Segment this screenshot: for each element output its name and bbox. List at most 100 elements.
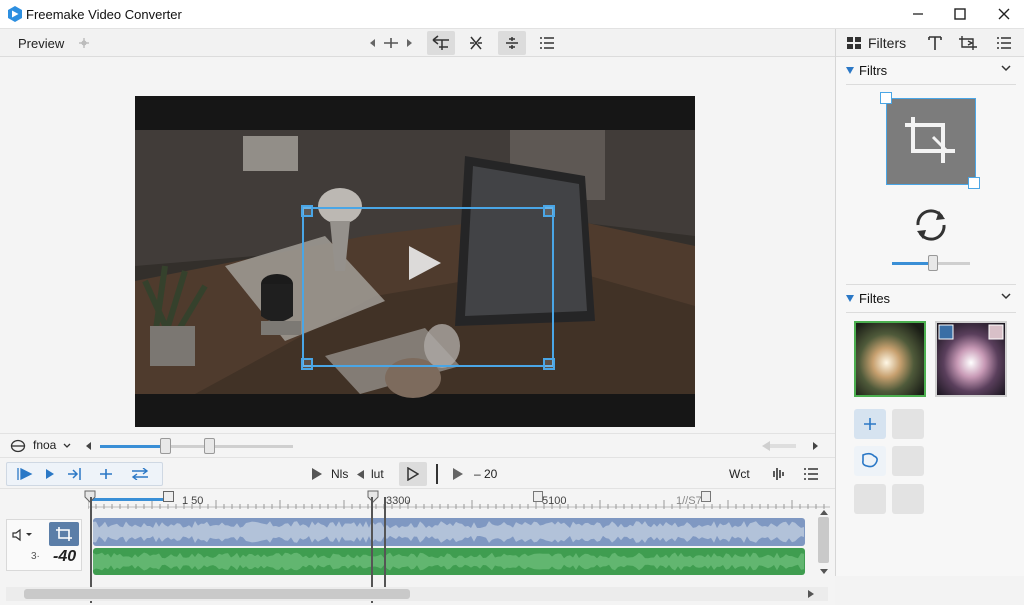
playback-label-1: Nls bbox=[331, 467, 349, 481]
section-filtrs-header[interactable]: Filtrs bbox=[836, 58, 1024, 84]
divider bbox=[846, 84, 1016, 85]
chevron-down-icon bbox=[1001, 293, 1011, 300]
crop-tool-button[interactable] bbox=[427, 31, 455, 55]
track-prefix: 3· bbox=[31, 551, 40, 562]
list-button[interactable] bbox=[533, 31, 561, 55]
divider bbox=[846, 312, 1016, 313]
menu-icon[interactable] bbox=[803, 467, 819, 481]
text-tool-icon[interactable] bbox=[928, 35, 942, 51]
chevron-down-icon[interactable] bbox=[63, 443, 71, 449]
hscroll-right-icon[interactable] bbox=[808, 590, 814, 598]
editor-panel: Preview fnoa Nls lut – 20 Wct 1 50 3300 … bbox=[0, 29, 835, 605]
filter-slot-1[interactable] bbox=[892, 409, 924, 439]
hscroll-thumb[interactable] bbox=[24, 589, 410, 599]
app-title: Freemake Video Converter bbox=[26, 7, 182, 22]
seek-forward-icon[interactable] bbox=[812, 442, 818, 450]
preview-label: Preview bbox=[18, 36, 65, 51]
marker-icon[interactable] bbox=[99, 468, 113, 480]
crop-preview-handle-br[interactable] bbox=[968, 177, 980, 189]
list-icon bbox=[540, 37, 554, 49]
options-menu-icon[interactable] bbox=[996, 36, 1012, 50]
rotate-slider-fill bbox=[892, 262, 931, 265]
cut-button[interactable] bbox=[462, 31, 490, 55]
seek-thumb-start[interactable] bbox=[160, 438, 171, 454]
crop-handle-bottom-left[interactable] bbox=[301, 358, 313, 370]
timeline-vertical-scrollbar[interactable] bbox=[817, 509, 830, 579]
playback-label-2: lut bbox=[371, 467, 384, 481]
prev-next-button[interactable] bbox=[366, 31, 416, 55]
frame-play-button[interactable] bbox=[399, 462, 427, 486]
add-filter-button[interactable] bbox=[854, 409, 886, 439]
crop-filter-icon[interactable] bbox=[958, 35, 978, 51]
filter-slot-2[interactable] bbox=[892, 446, 924, 476]
filters-toolbar: Filters bbox=[836, 29, 1024, 57]
video-track[interactable] bbox=[93, 548, 805, 575]
shape-filter-button[interactable] bbox=[854, 446, 886, 476]
audio-track[interactable] bbox=[93, 518, 805, 546]
view-mode-dropdown[interactable]: fnoa bbox=[33, 438, 56, 452]
maximize-icon bbox=[954, 8, 966, 20]
crop-track-button[interactable] bbox=[49, 522, 79, 546]
crop-handle-top-left[interactable] bbox=[301, 205, 313, 217]
minimize-button[interactable] bbox=[898, 0, 938, 28]
filters-tab[interactable]: Filters bbox=[868, 35, 906, 51]
cloud-shape-icon bbox=[862, 452, 878, 468]
crop-tool-icon bbox=[432, 35, 449, 50]
divider bbox=[846, 284, 1016, 285]
swap-icon[interactable] bbox=[131, 468, 149, 480]
track-header: 3· -40 bbox=[6, 519, 82, 571]
playback-value: – 20 bbox=[474, 467, 498, 481]
scroll-thumb[interactable] bbox=[818, 517, 829, 563]
scroll-down-icon[interactable] bbox=[820, 569, 828, 575]
cut-icon bbox=[470, 36, 482, 50]
seek-thumb-end[interactable] bbox=[204, 438, 215, 454]
preview-toolbar: Preview bbox=[0, 29, 835, 57]
rotate-icon[interactable] bbox=[912, 207, 950, 243]
crop-handle-top-right[interactable] bbox=[543, 205, 555, 217]
expand-triangle-icon bbox=[846, 295, 854, 302]
step-icon[interactable] bbox=[67, 468, 83, 480]
playback-controls: Nls lut – 20 Wct bbox=[0, 457, 835, 489]
app-logo-icon bbox=[8, 6, 22, 22]
crop-preview-handle-tl[interactable] bbox=[880, 92, 892, 104]
filter-thumbnail-color[interactable] bbox=[935, 321, 1007, 397]
crop-rectangle[interactable] bbox=[302, 207, 554, 367]
align-button[interactable] bbox=[498, 31, 526, 55]
next-frame-icon[interactable] bbox=[453, 468, 463, 480]
play-icon[interactable] bbox=[45, 468, 55, 480]
maximize-button[interactable] bbox=[940, 0, 980, 28]
crop-large-icon bbox=[905, 117, 955, 163]
filter-thumbnail-warm[interactable] bbox=[854, 321, 926, 397]
marker-3[interactable] bbox=[533, 491, 543, 502]
playhead-out[interactable] bbox=[384, 497, 386, 589]
crop-preview[interactable] bbox=[886, 98, 976, 185]
filter-slot-3[interactable] bbox=[854, 484, 886, 514]
rewind-icon[interactable] bbox=[357, 470, 364, 479]
seek-slider[interactable] bbox=[100, 445, 293, 448]
rotate-slider-thumb[interactable] bbox=[928, 255, 938, 271]
crop-handle-bottom-right[interactable] bbox=[543, 358, 555, 370]
playhead-marker-icon[interactable] bbox=[367, 490, 379, 504]
section-filtes-header[interactable]: Filtes bbox=[836, 286, 1024, 312]
close-icon bbox=[998, 8, 1010, 20]
volume-back-icon[interactable] bbox=[762, 441, 796, 451]
scroll-up-icon[interactable] bbox=[820, 509, 828, 515]
close-button[interactable] bbox=[984, 0, 1024, 28]
seek-back-icon[interactable] bbox=[86, 442, 92, 450]
pin-icon[interactable] bbox=[78, 37, 90, 49]
app-window: Freemake Video Converter Preview fnoa Nl… bbox=[0, 0, 1024, 605]
crop-icon bbox=[56, 527, 72, 541]
play-start-icon[interactable] bbox=[17, 468, 33, 480]
prev-next-icon bbox=[370, 38, 412, 48]
play-button-icon[interactable] bbox=[312, 468, 322, 480]
filter-slot-4[interactable] bbox=[892, 484, 924, 514]
filters-icon bbox=[847, 37, 861, 49]
marker-out[interactable] bbox=[163, 491, 174, 502]
marker-4[interactable] bbox=[701, 491, 711, 502]
waveform-icon[interactable] bbox=[772, 466, 786, 482]
expand-triangle-icon bbox=[846, 67, 854, 74]
timeline-horizontal-scrollbar[interactable] bbox=[6, 587, 828, 601]
chevron-down-icon bbox=[1001, 65, 1011, 72]
audio-speaker-icon[interactable] bbox=[12, 528, 32, 542]
view-mode-icon[interactable] bbox=[10, 439, 26, 453]
